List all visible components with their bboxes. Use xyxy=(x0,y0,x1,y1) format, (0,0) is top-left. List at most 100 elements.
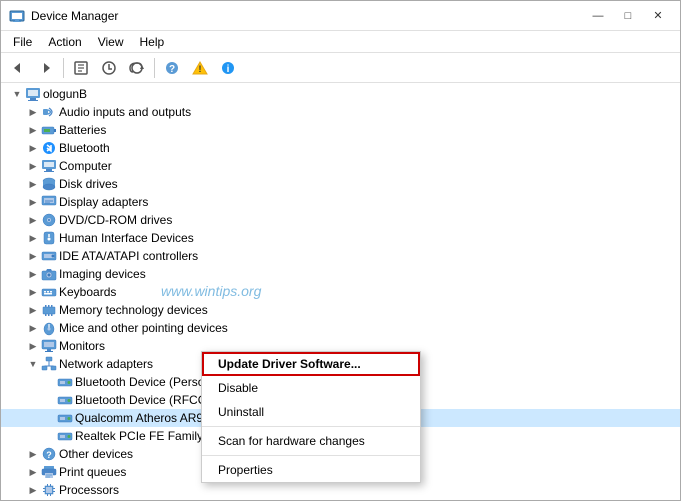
computer2-icon xyxy=(41,158,57,174)
ctx-properties[interactable]: Properties xyxy=(202,458,420,482)
audio-icon xyxy=(41,104,57,120)
camera-icon xyxy=(41,266,57,282)
expand-bt-rfcomm xyxy=(41,391,57,409)
svg-text:!: ! xyxy=(199,64,202,74)
toolbar-info[interactable]: i xyxy=(215,56,241,80)
tree-audio-label: Audio inputs and outputs xyxy=(59,105,191,119)
monitor-icon xyxy=(41,338,57,354)
window-title: Device Manager xyxy=(31,9,118,23)
toolbar-update[interactable] xyxy=(96,56,122,80)
tree-other-label: Other devices xyxy=(59,447,133,461)
tree-hid-label: Human Interface Devices xyxy=(59,231,194,245)
expand-memory[interactable]: ▶ xyxy=(25,301,41,319)
maximize-button[interactable]: □ xyxy=(614,6,642,26)
expand-keyboards[interactable]: ▶ xyxy=(25,283,41,301)
expand-dvd[interactable]: ▶ xyxy=(25,211,41,229)
tree-software[interactable]: ▶ Software devices xyxy=(1,499,680,500)
tree-computer[interactable]: ▶ Computer xyxy=(1,157,680,175)
tree-bluetooth-label: Bluetooth xyxy=(59,141,110,155)
expand-processors[interactable]: ▶ xyxy=(25,481,41,499)
toolbar-scan[interactable] xyxy=(124,56,150,80)
battery-icon xyxy=(41,122,57,138)
tree-dvd-label: DVD/CD-ROM drives xyxy=(59,213,172,227)
expand-software[interactable]: ▶ xyxy=(25,499,41,500)
toolbar-help[interactable]: ? xyxy=(159,56,185,80)
ctx-disable[interactable]: Disable xyxy=(202,376,420,400)
expand-diskdrives[interactable]: ▶ xyxy=(25,175,41,193)
tree-batteries[interactable]: ▶ Batteries xyxy=(1,121,680,139)
expand-monitors[interactable]: ▶ xyxy=(25,337,41,355)
tree-computer-label: Computer xyxy=(59,159,112,173)
expand-printq[interactable]: ▶ xyxy=(25,463,41,481)
expand-imaging[interactable]: ▶ xyxy=(25,265,41,283)
tree-root[interactable]: ▼ ologunB xyxy=(1,85,680,103)
netcard-realtek-icon xyxy=(57,428,73,444)
display-icon xyxy=(41,194,57,210)
tree-diskdrives-label: Disk drives xyxy=(59,177,118,191)
bluetooth-icon xyxy=(41,140,57,156)
expand-audio[interactable]: ▶ xyxy=(25,103,41,121)
cpu-icon xyxy=(41,482,57,498)
ide-icon xyxy=(41,248,57,264)
tree-imaging[interactable]: ▶ Imaging devices xyxy=(1,265,680,283)
expand-hid[interactable]: ▶ xyxy=(25,229,41,247)
mouse-icon xyxy=(41,320,57,336)
toolbar-properties[interactable] xyxy=(68,56,94,80)
network-icon xyxy=(41,356,57,372)
tree-mice[interactable]: ▶ Mice and other pointing devices xyxy=(1,319,680,337)
expand-ide[interactable]: ▶ xyxy=(25,247,41,265)
tree-ide[interactable]: ▶ IDE ATA/ATAPI controllers xyxy=(1,247,680,265)
tree-imaging-label: Imaging devices xyxy=(59,267,146,281)
tree-dvd[interactable]: ▶ DVD/CD-ROM drives xyxy=(1,211,680,229)
expand-mice[interactable]: ▶ xyxy=(25,319,41,337)
tree-bluetooth[interactable]: ▶ Bluetooth xyxy=(1,139,680,157)
tree-batteries-label: Batteries xyxy=(59,123,106,137)
expand-computer[interactable]: ▶ xyxy=(25,157,41,175)
ctx-update[interactable]: Update Driver Software... xyxy=(202,352,420,376)
toolbar-forward[interactable] xyxy=(33,56,59,80)
netcard-pan-icon xyxy=(57,374,73,390)
svg-text:?: ? xyxy=(46,450,52,460)
ctx-uninstall[interactable]: Uninstall xyxy=(202,400,420,424)
tree-network-label: Network adapters xyxy=(59,357,153,371)
toolbar-warning[interactable]: ! xyxy=(187,56,213,80)
expand-display[interactable]: ▶ xyxy=(25,193,41,211)
tree-display[interactable]: ▶ Display adapters xyxy=(1,193,680,211)
expand-network[interactable]: ▼ xyxy=(25,355,41,373)
expand-bluetooth[interactable]: ▶ xyxy=(25,139,41,157)
title-controls: — □ ✕ xyxy=(584,6,672,26)
expand-batteries[interactable]: ▶ xyxy=(25,121,41,139)
tree-display-label: Display adapters xyxy=(59,195,148,209)
menu-bar: File Action View Help xyxy=(1,31,680,53)
app-icon xyxy=(9,8,25,24)
tree-memory-label: Memory technology devices xyxy=(59,303,208,317)
tree-memory[interactable]: ▶ Memory technology devices xyxy=(1,301,680,319)
ctx-sep1 xyxy=(202,426,420,427)
expand-other[interactable]: ▶ xyxy=(25,445,41,463)
expand-qualcomm xyxy=(41,409,57,427)
tree-root-label: ologunB xyxy=(43,87,87,101)
toolbar: ? ! i xyxy=(1,53,680,83)
tree-processors[interactable]: ▶ Processors xyxy=(1,481,680,499)
netcard-qualcomm-icon xyxy=(57,410,73,426)
menu-help[interactable]: Help xyxy=(132,33,173,51)
expand-realtek xyxy=(41,427,57,445)
tree-keyboards-label: Keyboards xyxy=(59,285,116,299)
minimize-button[interactable]: — xyxy=(584,6,612,26)
toolbar-back[interactable] xyxy=(5,56,31,80)
tree-hid[interactable]: ▶ Human Interface Devices xyxy=(1,229,680,247)
close-button[interactable]: ✕ xyxy=(644,6,672,26)
svg-text:i: i xyxy=(227,64,230,75)
tree-keyboards[interactable]: ▶ Keyboards xyxy=(1,283,680,301)
expand-root[interactable]: ▼ xyxy=(9,85,25,103)
main-area: ▼ ologunB ▶ xyxy=(1,83,680,500)
other-icon: ? xyxy=(41,446,57,462)
menu-view[interactable]: View xyxy=(90,33,132,51)
tree-diskdrives[interactable]: ▶ Disk drives xyxy=(1,175,680,193)
menu-action[interactable]: Action xyxy=(40,33,89,51)
tree-audio[interactable]: ▶ Audio inputs and outputs xyxy=(1,103,680,121)
menu-file[interactable]: File xyxy=(5,33,40,51)
ctx-scan[interactable]: Scan for hardware changes xyxy=(202,429,420,453)
tree-ide-label: IDE ATA/ATAPI controllers xyxy=(59,249,198,263)
dvd-icon xyxy=(41,212,57,228)
